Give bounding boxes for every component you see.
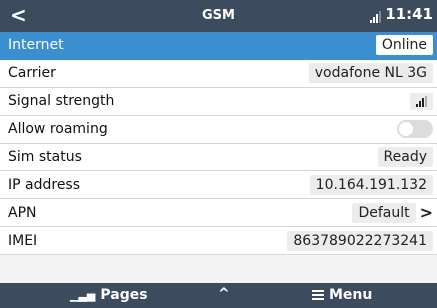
imei-value: 863789022273241 — [287, 230, 433, 251]
row-label: Carrier — [8, 65, 56, 82]
roaming-toggle[interactable] — [397, 120, 433, 139]
apn-value-group: Default > — [352, 202, 433, 223]
row-label: IMEI — [8, 232, 38, 249]
top-bar: < GSM 11:41 — [0, 0, 437, 32]
row-label: Allow roaming — [8, 121, 108, 138]
row-label: Signal strength — [8, 93, 115, 110]
ip-address-value: 10.164.191.132 — [309, 174, 433, 195]
row-label: IP address — [8, 176, 81, 193]
pages-icon: ▁▃▅ — [70, 288, 96, 302]
status-area: 11:41 — [370, 5, 433, 23]
row-label: APN — [8, 204, 37, 221]
pages-button[interactable]: ▁▃▅ Pages — [70, 287, 148, 303]
row-internet[interactable]: Internet Online — [0, 32, 437, 60]
settings-list: Internet Online Carrier vodafone NL 3G S… — [0, 32, 437, 283]
carrier-value: vodafone NL 3G — [308, 63, 433, 84]
chevron-up-icon: ^ — [218, 286, 230, 302]
row-signal-strength[interactable]: Signal strength — [0, 87, 437, 116]
signal-icon — [416, 95, 427, 107]
row-carrier[interactable]: Carrier vodafone NL 3G — [0, 59, 437, 88]
chevron-right-icon: > — [419, 203, 433, 223]
row-apn[interactable]: APN Default > — [0, 199, 437, 228]
clock: 11:41 — [385, 5, 433, 23]
pages-label: Pages — [100, 287, 148, 303]
internet-status: Online — [375, 35, 433, 56]
sim-status-value: Ready — [377, 147, 433, 167]
apn-value: Default — [352, 202, 416, 223]
row-ip-address[interactable]: IP address 10.164.191.132 — [0, 171, 437, 200]
scroll-up-button[interactable]: ^ — [218, 286, 230, 302]
row-sim-status[interactable]: Sim status Ready — [0, 143, 437, 172]
menu-icon — [312, 290, 324, 300]
row-allow-roaming[interactable]: Allow roaming — [0, 115, 437, 144]
bottom-bar: ▁▃▅ Pages ^ Menu — [0, 283, 437, 308]
row-label: Internet — [8, 37, 64, 54]
menu-button[interactable]: Menu — [312, 287, 372, 303]
row-imei[interactable]: IMEI 863789022273241 — [0, 227, 437, 256]
toggle-knob — [399, 122, 413, 137]
signal-icon — [370, 11, 382, 23]
menu-label: Menu — [329, 287, 373, 303]
row-label: Sim status — [8, 149, 82, 165]
signal-strength-value — [410, 92, 433, 110]
